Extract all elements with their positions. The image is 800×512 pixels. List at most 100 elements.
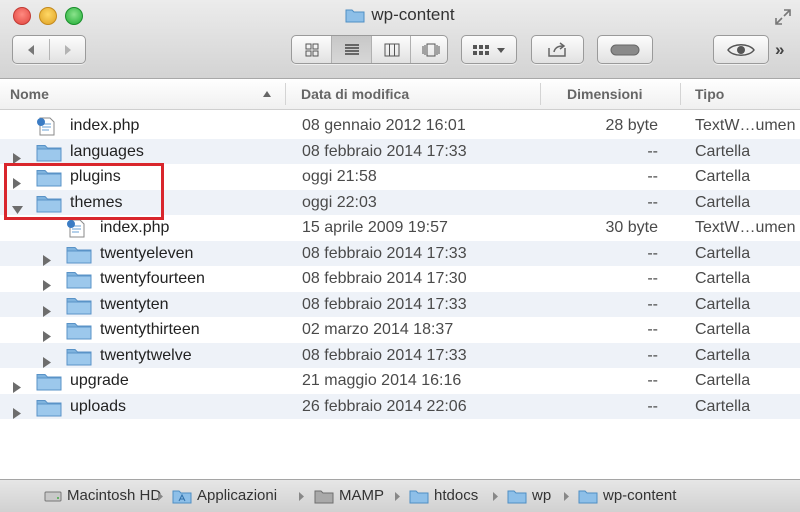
column-view-icon [384, 43, 399, 56]
column-kind-header[interactable]: Tipo [695, 79, 724, 109]
coverflow-view-icon [422, 43, 439, 56]
column-divider[interactable] [680, 83, 681, 105]
list-item[interactable]: twentyfourteen 08 febbraio 2014 17:30 --… [0, 266, 800, 292]
finder-window: wp-content » Nome Data di modifica Dimen… [0, 0, 800, 512]
file-size: 28 byte [605, 117, 658, 134]
sort-ascending-icon[interactable] [262, 90, 272, 98]
list-item[interactable]: twentytwelve 08 febbraio 2014 17:33 -- C… [0, 342, 800, 368]
path-item[interactable]: wp-content [578, 480, 676, 512]
file-name: index.php [70, 117, 140, 134]
back-button[interactable] [13, 36, 49, 63]
list-item[interactable]: plugins oggi 21:58 -- Cartella [0, 164, 800, 190]
file-kind: Cartella [695, 142, 751, 160]
path-item-label: Applicazioni [197, 487, 278, 504]
share-button[interactable] [531, 35, 584, 64]
folder-icon [409, 490, 429, 504]
toolbar: wp-content » [0, 0, 800, 79]
folder-icon [507, 490, 527, 504]
file-size: -- [647, 346, 658, 364]
path-item[interactable]: wp [507, 480, 551, 512]
path-bar: Macintosh HD Applicazioni MAMP htdocs wp [0, 479, 800, 512]
file-name: twentyeleven [100, 244, 194, 262]
file-size: -- [647, 397, 658, 415]
file-name: uploads [70, 397, 127, 415]
path-item[interactable]: MAMP [314, 480, 384, 512]
file-name: twentytwelve [100, 346, 192, 364]
modified-date: 08 febbraio 2014 17:33 [302, 295, 467, 313]
file-kind: TextW…umen [695, 219, 796, 236]
file-size: -- [647, 321, 658, 338]
file-name: twentythirteen [100, 321, 200, 338]
modified-date: 02 marzo 2014 18:37 [302, 321, 454, 338]
window-title: wp-content [0, 5, 800, 25]
file-name: index.php [100, 219, 170, 236]
path-separator-icon [299, 492, 304, 501]
list-item[interactable]: uploads 26 febbraio 2014 22:06 -- Cartel… [0, 393, 800, 419]
arrange-button[interactable] [461, 35, 517, 64]
list-view-button[interactable] [331, 36, 371, 63]
modified-date: oggi 21:58 [302, 168, 377, 185]
file-kind: Cartella [695, 397, 751, 415]
column-divider[interactable] [540, 83, 541, 105]
forward-button[interactable] [50, 36, 85, 63]
list-item[interactable]: twentyeleven 08 febbraio 2014 17:33 -- C… [0, 240, 800, 266]
path-item[interactable]: htdocs [409, 480, 478, 512]
quick-look-button[interactable] [713, 35, 769, 64]
path-item[interactable]: Applicazioni [172, 480, 277, 512]
modified-date: 15 aprile 2009 19:57 [302, 219, 448, 236]
disclosure-triangle-closed-icon[interactable] [12, 402, 22, 428]
file-kind: Cartella [695, 244, 751, 262]
modified-date: 08 febbraio 2014 17:33 [302, 244, 467, 262]
path-item[interactable]: Macintosh HD [44, 480, 161, 512]
list-item[interactable]: themes oggi 22:03 -- Cartella [0, 189, 800, 215]
file-name: languages [70, 142, 144, 160]
path-separator-icon [158, 492, 163, 501]
file-size: -- [647, 168, 658, 185]
coverflow-view-button[interactable] [410, 36, 450, 63]
tags-button[interactable] [597, 35, 653, 64]
file-name: twentyten [100, 295, 169, 313]
modified-date: 08 febbraio 2014 17:33 [302, 346, 467, 364]
back-arrow-icon [28, 44, 34, 55]
file-kind: Cartella [695, 270, 751, 287]
folder-icon [345, 9, 365, 23]
list-item[interactable]: upgrade 21 maggio 2014 16:16 -- Cartella [0, 368, 800, 394]
file-kind: Cartella [695, 372, 751, 389]
fullscreen-icon[interactable] [774, 8, 792, 26]
arrange-icon [473, 44, 505, 55]
file-name: twentyfourteen [100, 270, 205, 287]
path-separator-icon [395, 492, 400, 501]
tag-icon [610, 44, 640, 55]
modified-date: 08 febbraio 2014 17:30 [302, 270, 467, 287]
file-size: -- [647, 372, 658, 389]
share-icon [547, 41, 566, 57]
file-name: upgrade [70, 372, 129, 389]
file-kind: Cartella [695, 193, 751, 211]
list-item[interactable]: twentyten 08 febbraio 2014 17:33 -- Cart… [0, 291, 800, 317]
column-divider[interactable] [285, 83, 286, 105]
file-size: -- [647, 244, 658, 262]
toolbar-overflow-button[interactable]: » [775, 40, 785, 60]
list-item[interactable]: index.php 15 aprile 2009 19:57 30 byte T… [0, 215, 800, 241]
icon-view-button[interactable] [292, 36, 331, 63]
file-size: -- [647, 270, 658, 287]
path-item-label: wp [532, 487, 552, 504]
file-list: index.php 08 gennaio 2012 16:01 28 byte … [0, 113, 800, 419]
modified-date: 21 maggio 2014 16:16 [302, 372, 462, 389]
column-date-header[interactable]: Data di modifica [301, 79, 409, 109]
window-title-text: wp-content [371, 5, 455, 24]
column-view-button[interactable] [371, 36, 411, 63]
list-item[interactable]: twentythirteen 02 marzo 2014 18:37 -- Ca… [0, 317, 800, 343]
column-name-header[interactable]: Nome [10, 79, 49, 109]
modified-date: 08 gennaio 2012 16:01 [302, 117, 466, 134]
column-size-header[interactable]: Dimensioni [567, 79, 642, 109]
forward-arrow-icon [64, 44, 71, 55]
path-item-label: Macintosh HD [67, 487, 162, 504]
navigation-buttons [12, 35, 86, 64]
modified-date: oggi 22:03 [302, 193, 377, 211]
list-item[interactable]: index.php 08 gennaio 2012 16:01 28 byte … [0, 113, 800, 139]
view-mode-control [291, 35, 448, 64]
file-kind: Cartella [695, 346, 751, 364]
folder-icon [36, 398, 62, 426]
list-item[interactable]: languages 08 febbraio 2014 17:33 -- Cart… [0, 138, 800, 164]
